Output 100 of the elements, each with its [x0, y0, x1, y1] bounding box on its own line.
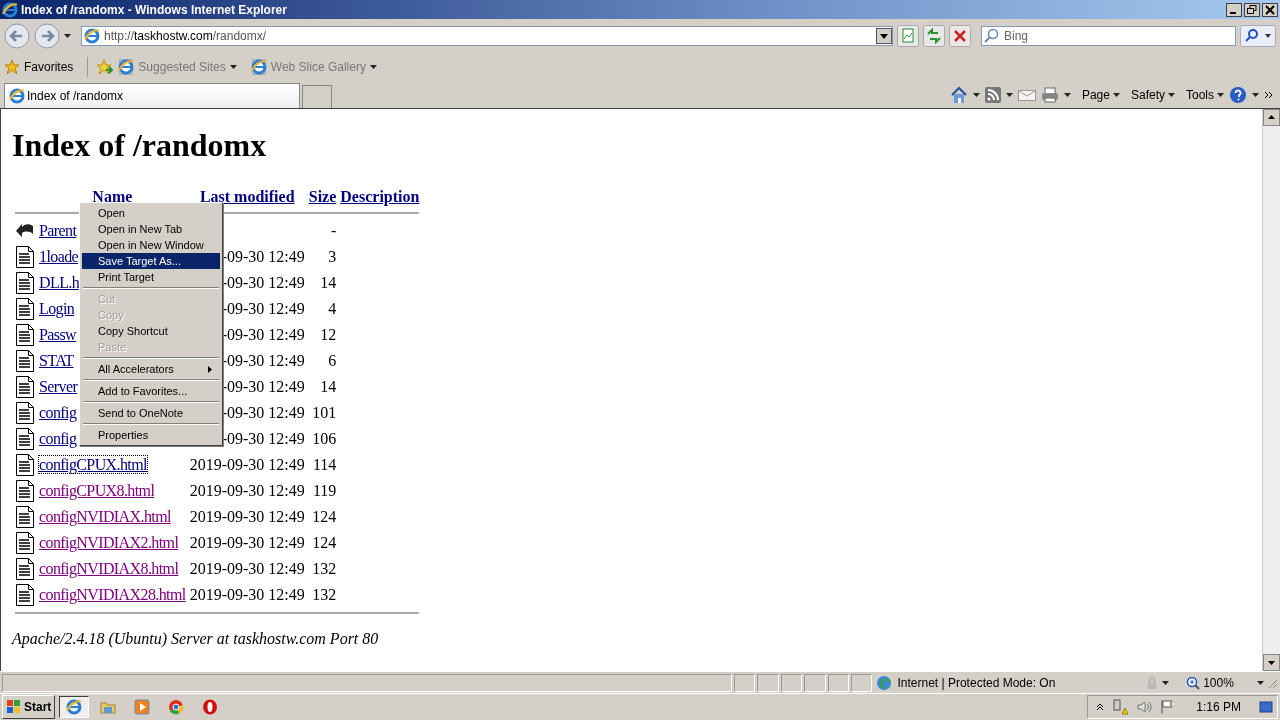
size-cell: 119	[312, 482, 337, 499]
restore-button[interactable]	[1244, 2, 1260, 17]
menu-item[interactable]: Open in New Tab	[82, 221, 220, 237]
command-menu[interactable]: Safety	[1130, 87, 1165, 102]
globe-icon	[876, 674, 893, 691]
clock[interactable]: 1:16 PM	[1196, 700, 1241, 714]
stop-button[interactable]	[949, 25, 971, 47]
start-button[interactable]: Start	[2, 695, 56, 719]
file-link[interactable]: 1loade	[39, 248, 79, 265]
status-pane	[827, 673, 849, 692]
file-link[interactable]: config	[39, 430, 77, 447]
address-field[interactable]: http://taskhostw.com/randomx/	[81, 26, 893, 46]
menu-item[interactable]: Print Target	[82, 269, 220, 285]
browser-icon	[9, 88, 25, 104]
windows-logo-icon	[6, 699, 22, 715]
file-link[interactable]: configNVIDIAX2.html	[39, 534, 179, 551]
column-header-link[interactable]: Size	[308, 188, 337, 205]
column-header-link[interactable]: Name	[92, 188, 133, 205]
file-link[interactable]: config	[39, 404, 77, 421]
search-button[interactable]	[1240, 25, 1276, 47]
dropdown-caret-icon[interactable]	[64, 34, 71, 38]
column-header-link[interactable]: Last modified	[199, 188, 295, 205]
flag-icon[interactable]	[1160, 699, 1175, 715]
dropdown-caret-icon[interactable]	[369, 65, 377, 69]
dropdown-caret-icon[interactable]	[229, 65, 237, 69]
size-cell: 114	[312, 456, 337, 473]
menu-item[interactable]: Open in New Window	[82, 237, 220, 253]
page-title: Index of /randomx	[12, 127, 268, 164]
menu-item[interactable]: Send to OneNote	[82, 405, 220, 421]
chevron-up-icon[interactable]	[1096, 703, 1105, 711]
help-icon[interactable]	[1229, 85, 1247, 104]
speaker-icon[interactable]	[1136, 699, 1153, 715]
file-link[interactable]: DLL.h	[39, 274, 80, 291]
dropdown-caret-icon[interactable]	[1252, 92, 1259, 97]
command-menu[interactable]: Tools	[1186, 87, 1214, 102]
file-link[interactable]: Login	[39, 300, 75, 317]
document-icon	[15, 584, 35, 606]
home-icon[interactable]	[949, 85, 968, 104]
file-link[interactable]: configCPUX8.html	[39, 482, 155, 499]
document-icon	[15, 506, 35, 528]
browser-tab[interactable]: Index of /randomx	[4, 83, 300, 108]
file-link[interactable]: configNVIDIAX28.html	[39, 586, 186, 603]
file-link[interactable]: configNVIDIAX8.html	[39, 560, 179, 577]
menu-item[interactable]: All Accelerators	[82, 361, 220, 377]
date-cell: -09-30 12:49	[221, 274, 305, 291]
document-icon	[15, 480, 35, 502]
add-favorite-button[interactable]	[96, 59, 115, 75]
show-desktop-icon[interactable]	[1259, 700, 1273, 714]
status-pane	[804, 673, 826, 692]
close-button[interactable]	[1262, 2, 1278, 17]
file-link[interactable]: Server	[39, 378, 78, 395]
menu-item[interactable]: Add to Favorites...	[82, 383, 220, 399]
scroll-up-button[interactable]	[1263, 109, 1280, 126]
dropdown-caret-icon[interactable]	[1256, 680, 1264, 685]
file-link[interactable]: Passw	[39, 326, 76, 343]
server-signature: Apache/2.4.18 (Ubuntu) Server at taskhostw.com Port 80	[12, 630, 380, 648]
file-link[interactable]: configNVIDIAX.html	[39, 508, 171, 525]
size-cell: 6	[328, 352, 337, 369]
minimize-button[interactable]	[1226, 2, 1242, 17]
dropdown-caret-icon[interactable]	[1162, 680, 1170, 685]
file-link[interactable]: configCPUX.html	[39, 456, 147, 473]
status-pane	[780, 673, 803, 692]
file-link[interactable]: STAT	[39, 352, 74, 369]
chevron-icon[interactable]	[1264, 89, 1274, 100]
zoom-icon[interactable]	[1186, 675, 1201, 690]
web-page-icon	[118, 59, 135, 75]
size-cell: 124	[312, 534, 337, 551]
web-page-icon	[250, 59, 267, 75]
search-icon	[984, 28, 1000, 44]
dropdown-caret-icon[interactable]	[1217, 92, 1224, 97]
feed-icon[interactable]	[984, 86, 1001, 103]
browser-icon	[84, 28, 100, 44]
size-cell: 4	[328, 300, 337, 317]
date-cell: -09-30 12:49	[221, 430, 305, 447]
search-field[interactable]: Bing	[981, 26, 1236, 46]
dropdown-caret-icon[interactable]	[1063, 92, 1071, 97]
scroll-down-button[interactable]	[1263, 654, 1280, 671]
printer-icon[interactable]	[1040, 86, 1059, 103]
favorites-button[interactable]: Favorites	[24, 60, 74, 74]
menu-item[interactable]: Properties	[82, 427, 220, 443]
dropdown-caret-icon[interactable]	[972, 92, 980, 97]
file-link[interactable]: Parent	[39, 222, 77, 239]
column-header-link[interactable]: Description	[340, 188, 420, 205]
taskbar-button[interactable]	[59, 696, 90, 718]
document-icon	[15, 402, 35, 424]
menu-item[interactable]: Copy Shortcut	[82, 323, 220, 339]
dropdown-button[interactable]	[876, 28, 892, 44]
dropdown-caret-icon[interactable]	[1005, 92, 1013, 97]
size-cell: 106	[312, 430, 337, 447]
menu-item[interactable]: Open	[82, 205, 220, 221]
back-button[interactable]	[4, 23, 30, 49]
dropdown-caret-icon[interactable]	[1112, 92, 1120, 97]
refresh-button[interactable]	[923, 25, 945, 47]
dropdown-caret-icon[interactable]	[1168, 92, 1175, 97]
size-cell: 132	[312, 586, 337, 603]
star-icon	[4, 59, 20, 75]
document-icon	[15, 428, 35, 450]
command-menu[interactable]: Page	[1081, 87, 1110, 102]
menu-item[interactable]: Save Target As...	[82, 253, 220, 269]
zoom-level[interactable]: 100%	[1203, 675, 1234, 690]
